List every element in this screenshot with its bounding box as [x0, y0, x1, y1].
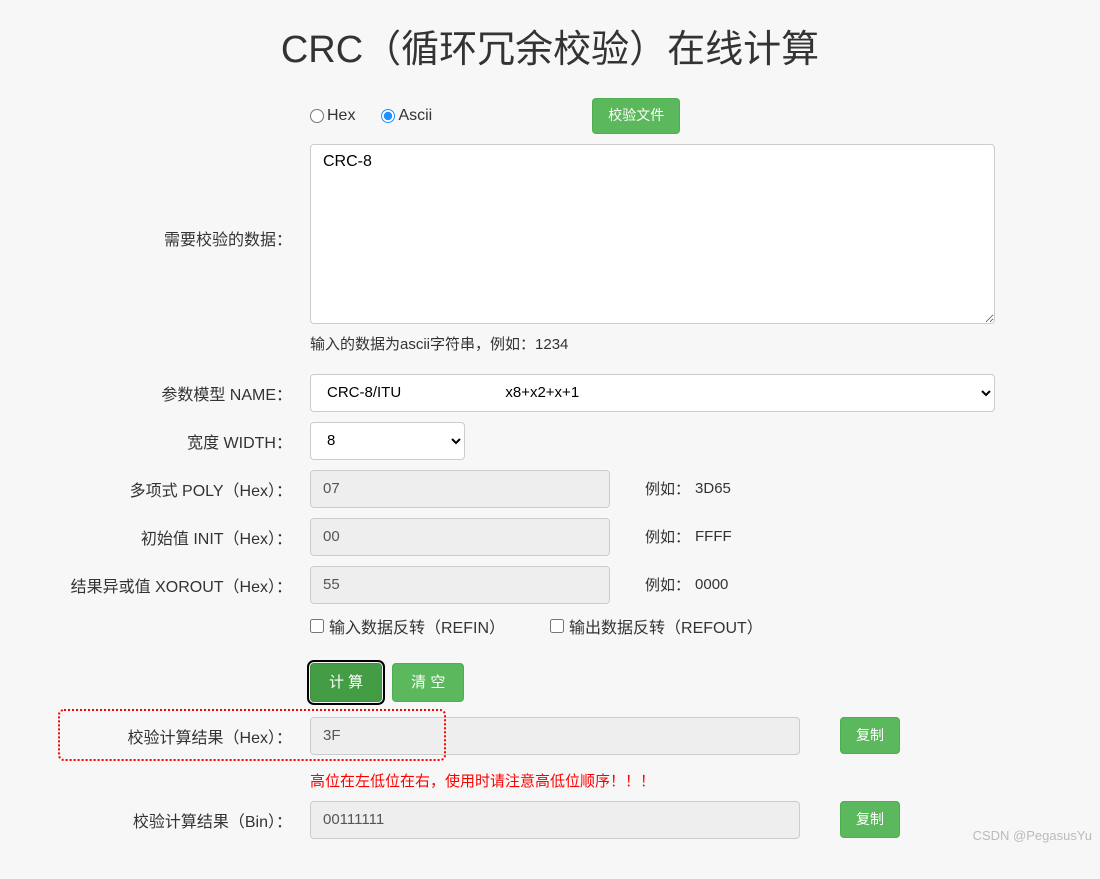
encoding-radio-group: Hex Ascii [310, 107, 452, 125]
xorout-label: 结果异或值 XOROUT（Hex）： [30, 573, 310, 597]
data-input[interactable] [310, 144, 995, 324]
poly-input[interactable] [310, 470, 610, 508]
init-input[interactable] [310, 518, 610, 556]
init-example: FFFF [695, 528, 732, 545]
init-label: 初始值 INIT（Hex）： [30, 525, 310, 549]
refout-label[interactable]: 输出数据反转（REFOUT） [550, 614, 763, 638]
refout-checkbox[interactable] [550, 619, 564, 633]
result-hex-warning: 高位在左低位在右，使用时请注意高低位顺序！！！ [310, 770, 655, 791]
init-example-label: 例如： [645, 526, 690, 547]
xorout-example-label: 例如： [645, 574, 690, 595]
calculate-button[interactable]: 计 算 [310, 663, 382, 702]
width-select[interactable]: 8 [310, 422, 465, 460]
clear-button[interactable]: 清 空 [392, 663, 464, 702]
result-hex-label: 校验计算结果（Hex）： [30, 724, 310, 748]
verify-file-button[interactable]: 校验文件 [592, 98, 680, 134]
poly-example-label: 例如： [645, 478, 690, 499]
refin-label[interactable]: 输入数据反转（REFIN） [310, 614, 505, 638]
watermark: CSDN @PegasusYu [973, 828, 1092, 843]
radio-hex-label[interactable]: Hex [310, 107, 355, 125]
xorout-input[interactable] [310, 566, 610, 604]
name-select[interactable]: CRC-8/ITU x8+x2+x+1 [310, 374, 995, 412]
refin-checkbox[interactable] [310, 619, 324, 633]
radio-ascii[interactable] [381, 109, 395, 123]
radio-ascii-label[interactable]: Ascii [381, 107, 432, 125]
data-label: 需要校验的数据： [30, 144, 310, 250]
width-label: 宽度 WIDTH： [30, 429, 310, 453]
copy-bin-button[interactable]: 复制 [840, 801, 900, 839]
data-hint: 输入的数据为ascii字符串，例如：1234 [310, 333, 568, 354]
result-bin-label: 校验计算结果（Bin）： [30, 808, 310, 832]
result-hex-input[interactable] [310, 717, 800, 755]
radio-hex[interactable] [310, 109, 324, 123]
result-bin-input[interactable] [310, 801, 800, 839]
copy-hex-button[interactable]: 复制 [840, 717, 900, 755]
xorout-example: 0000 [695, 576, 728, 593]
page-title: CRC（循环冗余校验）在线计算 [30, 0, 1070, 98]
poly-example: 3D65 [695, 480, 731, 497]
name-label: 参数模型 NAME： [30, 381, 310, 405]
poly-label: 多项式 POLY（Hex）： [30, 477, 310, 501]
